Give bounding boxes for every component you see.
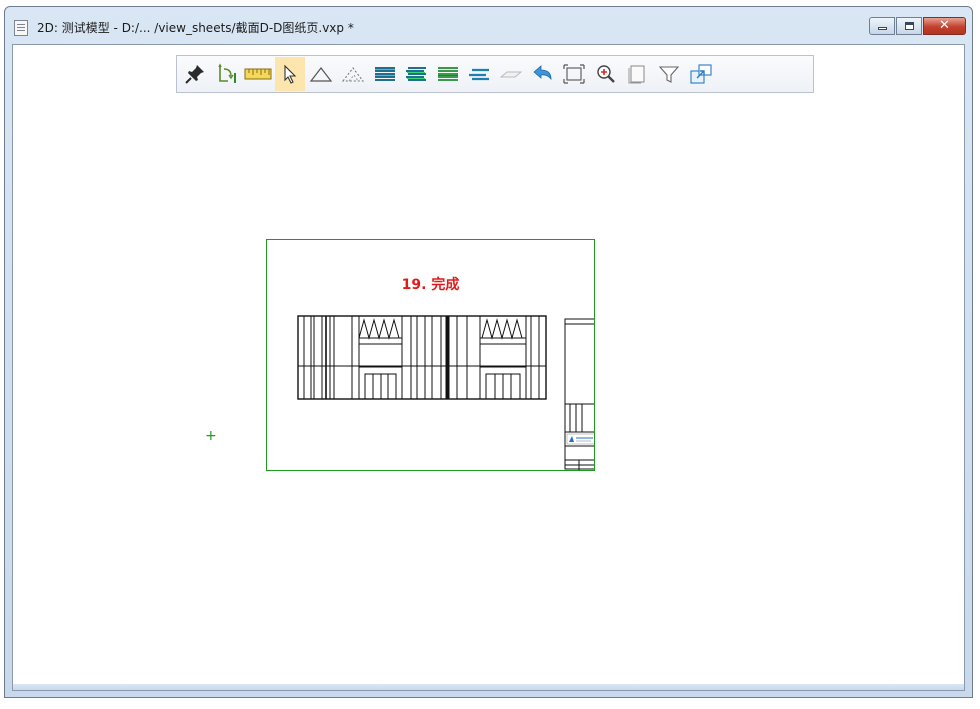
- pin-tool-button[interactable]: [180, 57, 210, 91]
- layers-icon: [437, 67, 458, 81]
- maximize-button[interactable]: [896, 17, 922, 35]
- area-tool-button[interactable]: [306, 57, 336, 91]
- origin-marker: +: [205, 428, 217, 444]
- export-tool-button[interactable]: [686, 57, 716, 91]
- measure-tool-button[interactable]: [243, 57, 273, 91]
- rotate-arrow-icon: [217, 63, 236, 83]
- select-tool-button[interactable]: [274, 57, 305, 91]
- filter-tool-button[interactable]: [654, 57, 684, 91]
- plane-icon: [499, 71, 523, 78]
- maximize-icon: [905, 22, 914, 30]
- minimize-icon: [878, 27, 887, 30]
- rotate-tool-button[interactable]: [212, 57, 242, 91]
- undo-tool-button[interactable]: [528, 57, 558, 91]
- app-window: 2D: 测试模型 - D:/... /view_sheets/截面D-D图纸页.…: [4, 6, 973, 698]
- cursor-arrow-icon: [284, 64, 297, 84]
- drawing-canvas[interactable]: + 19. 完成: [12, 44, 965, 691]
- layer-icon: [469, 68, 490, 81]
- drawing-sheet[interactable]: 19. 完成: [266, 239, 595, 471]
- status-strip: [13, 684, 964, 690]
- layers-icon: [374, 67, 395, 81]
- plane-tool-button[interactable]: [496, 57, 526, 91]
- window-title: 2D: 测试模型 - D:/... /view_sheets/截面D-D图纸页.…: [37, 21, 354, 35]
- title-bar[interactable]: 2D: 测试模型 - D:/... /view_sheets/截面D-D图纸页.…: [5, 7, 972, 45]
- export-icon: [689, 64, 712, 84]
- ruler-icon: [244, 68, 272, 80]
- dashed-triangle-icon: [341, 67, 365, 82]
- window-controls: ✕: [868, 17, 966, 35]
- close-icon: ✕: [939, 18, 950, 33]
- undo-arrow-icon: [532, 65, 551, 81]
- fit-frame-icon: [563, 64, 585, 84]
- layer-single-tool-button[interactable]: [464, 57, 494, 91]
- filter-icon: [658, 66, 680, 83]
- zoom-in-tool-button[interactable]: [591, 57, 621, 91]
- layers-2-tool-button[interactable]: [401, 57, 431, 91]
- layers-icon: [406, 67, 427, 81]
- zoom-in-icon: [597, 65, 615, 83]
- section-drawing: [297, 315, 594, 470]
- minimize-button[interactable]: [869, 17, 895, 35]
- layers-3-tool-button[interactable]: [433, 57, 463, 91]
- triangle-icon: [310, 67, 333, 82]
- document-icon: [14, 20, 28, 36]
- page-tool-button[interactable]: [622, 57, 652, 91]
- fit-frame-tool-button[interactable]: [559, 57, 589, 91]
- pin-icon: [185, 65, 204, 84]
- page-icon: [628, 65, 645, 84]
- view-toolbar: [176, 55, 814, 93]
- close-button[interactable]: ✕: [923, 17, 966, 35]
- dashed-area-tool-button[interactable]: [338, 57, 368, 91]
- layers-tool-button[interactable]: [370, 57, 400, 91]
